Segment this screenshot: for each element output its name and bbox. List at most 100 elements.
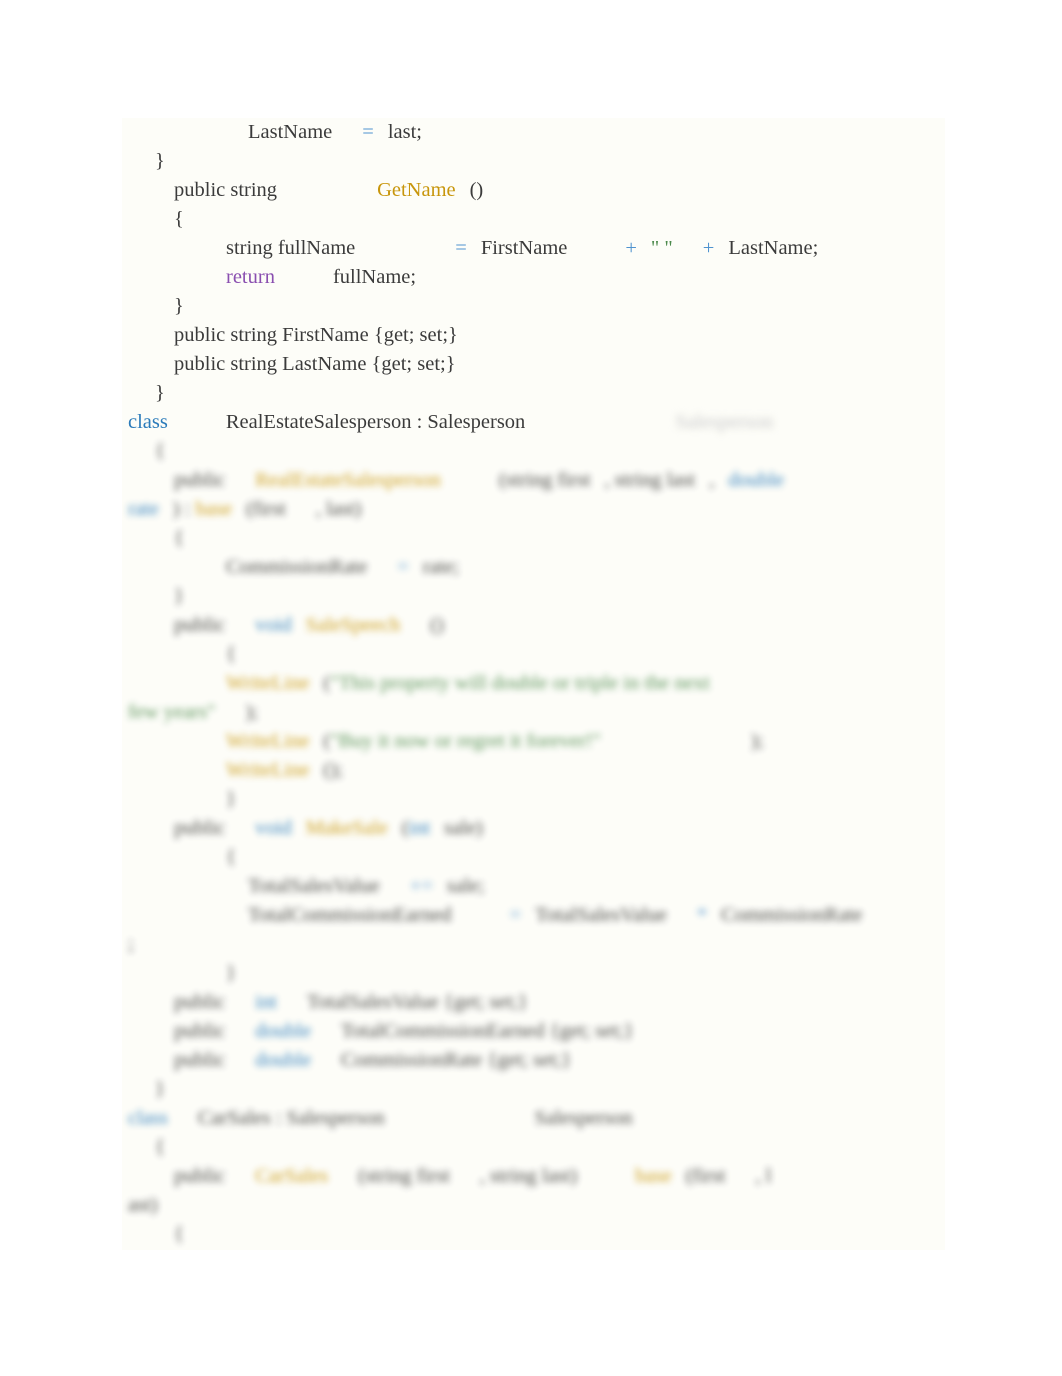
code-token-kw: void: [255, 817, 292, 839]
code-token-plain: ();: [323, 759, 343, 781]
code-token-fn: WriteLine: [226, 672, 310, 694]
code-token-plain: rate;: [422, 556, 460, 578]
code-token-op: +=: [409, 875, 433, 897]
code-token-plain: {: [174, 1223, 184, 1245]
line-lastname-assign: LastName = last;: [122, 118, 945, 147]
code-token-plain: TotalSalesValue: [248, 875, 380, 897]
code-token-plain: CommissionRate {get; set;}: [341, 1049, 572, 1071]
code-token-plain: ) :: [172, 498, 196, 520]
code-token-plain: CarSales : Salesperson: [197, 1107, 385, 1129]
code-token-plain: (string first: [358, 1165, 450, 1187]
line-close-brace-getname: }: [122, 292, 945, 321]
code-token-plain: public: [174, 817, 226, 839]
code-token-plain: ;: [128, 933, 134, 955]
code-token-plain: , string last): [479, 1165, 578, 1187]
line-prop-lastname: public string LastName {get; set;}: [122, 350, 945, 379]
code-token-plain: public: [174, 1165, 226, 1187]
line-writeline-1: WriteLine ("This property will double or …: [122, 669, 945, 698]
code-token-plain: CommissionRate: [226, 556, 368, 578]
line-return-fullname: return fullName;: [122, 263, 945, 292]
code-token-plain: }: [155, 150, 165, 172]
code-token-plain: (): [469, 179, 484, 201]
code-token-op: =: [455, 237, 467, 259]
line-salespeech-signature: public void SaleSpeech (): [122, 611, 945, 640]
code-token-kw: rate: [128, 498, 159, 520]
line-close-brace-res-class: }: [122, 1075, 945, 1104]
line-getname-signature: public string GetName (): [122, 176, 945, 205]
code-token-op: =: [362, 121, 374, 143]
line-res-constructor-base: rate) : base (first , last): [122, 495, 945, 524]
code-token-plain: );: [245, 701, 259, 723]
line-fullname-assign: string fullName = FirstName + " " + LastName;: [122, 234, 945, 263]
code-token-fn: SaleSpeech: [305, 614, 401, 636]
code-token-op: *: [696, 904, 708, 926]
code-token-plain: }: [174, 585, 184, 607]
code-token-plain: TotalSalesValue {get; set;}: [306, 991, 528, 1013]
code-token-plain: {: [174, 527, 184, 549]
line-class-realestatesalesperson: class RealEstateSalesperson : Salesperson…: [122, 408, 945, 437]
code-token-plain: public string LastName {get; set;}: [174, 353, 456, 375]
code-token-plain: public: [174, 991, 226, 1013]
code-token-fn: WriteLine: [226, 730, 310, 752]
code-token-op: =: [397, 556, 409, 578]
code-token-plain: LastName: [248, 121, 333, 143]
code-token-plain: , string last: [604, 469, 696, 491]
code-token-plain: (string first: [498, 469, 591, 491]
line-open-brace-carsales: {: [122, 1133, 945, 1162]
code-token-fn: CarSales: [255, 1165, 329, 1187]
document-page-panel: LastName = last;} public string GetName () { st…: [122, 118, 945, 1250]
code-token-plain: (first: [245, 498, 286, 520]
code-token-ret: return: [226, 266, 275, 288]
code-token-str: "This property will double or triple in …: [330, 672, 710, 694]
code-token-plain: ast): [128, 1194, 158, 1216]
code-token-kw: class: [128, 411, 168, 433]
code-token-plain: {: [174, 208, 184, 230]
code-token-plain: Salesperson: [534, 1107, 633, 1129]
code-token-kw: double: [255, 1049, 312, 1071]
code-token-plain: (): [430, 614, 444, 636]
code-token-fn: WriteLine: [226, 759, 310, 781]
code-token-kw: int: [408, 817, 431, 839]
line-prop-firstname: public string FirstName {get; set;}: [122, 321, 945, 350]
code-token-plain: last;: [387, 121, 422, 143]
code-token-op: +: [702, 237, 715, 259]
code-token-fn: GetName: [377, 179, 456, 201]
code-token-plain: {: [226, 846, 236, 868]
code-token-fn: RealEstateSalesperson: [255, 469, 441, 491]
line-open-brace-res: {: [122, 437, 945, 466]
code-token-plain: public: [174, 614, 226, 636]
line-open-brace-makesale: {: [122, 843, 945, 872]
code-token-plain: , l: [755, 1165, 772, 1187]
line-close-brace-class: }: [122, 379, 945, 408]
code-token-plain: }: [155, 1078, 165, 1100]
code-token-plain: FirstName: [480, 237, 568, 259]
line-carsales-constructor: public CarSales (string first , string last…: [122, 1162, 945, 1191]
line-open-brace-getname: {: [122, 205, 945, 234]
line-close-brace-res-ctor: }: [122, 582, 945, 611]
code-token-plain: }: [226, 962, 236, 984]
code-token-plain: sale;: [446, 875, 485, 897]
code-token-fn: base: [195, 498, 232, 520]
line-prop-totalsalesvalue: public int TotalSalesValue {get; set;}: [122, 988, 945, 1017]
line-open-brace-salespeech: {: [122, 640, 945, 669]
code-token-kw: double: [255, 1020, 312, 1042]
code-token-kw: void: [255, 614, 292, 636]
code-token-plain: {: [226, 643, 236, 665]
line-close-brace-makesale: }: [122, 959, 945, 988]
code-token-plain: RealEstateSalesperson : Salesperson: [225, 411, 526, 433]
line-writeline-1-cont: few years");: [122, 698, 945, 727]
code-token-op: =: [509, 904, 522, 926]
code-token-plain: TotalCommissionEarned: [248, 904, 452, 926]
line-close-brace-salespeech: }: [122, 785, 945, 814]
code-token-fn: base: [635, 1165, 672, 1187]
line-totalsalesvalue-add: TotalSalesValue += sale;: [122, 872, 945, 901]
line-prop-totalcommissionearned: public double TotalCommissionEarned {get; …: [122, 1017, 945, 1046]
code-listing: LastName = last;} public string GetName () { st…: [122, 118, 945, 1249]
line-makesale-signature: public void MakeSale (int sale): [122, 814, 945, 843]
code-token-plain: public string: [174, 179, 278, 201]
line-close-brace-ctor: }: [122, 147, 945, 176]
code-token-plain: TotalCommissionEarned {get; set;}: [341, 1020, 634, 1042]
code-token-plain: (: [401, 817, 409, 839]
code-token-plain: string fullName: [226, 237, 356, 259]
line-carsales-constructor-cont: ast): [122, 1191, 945, 1220]
